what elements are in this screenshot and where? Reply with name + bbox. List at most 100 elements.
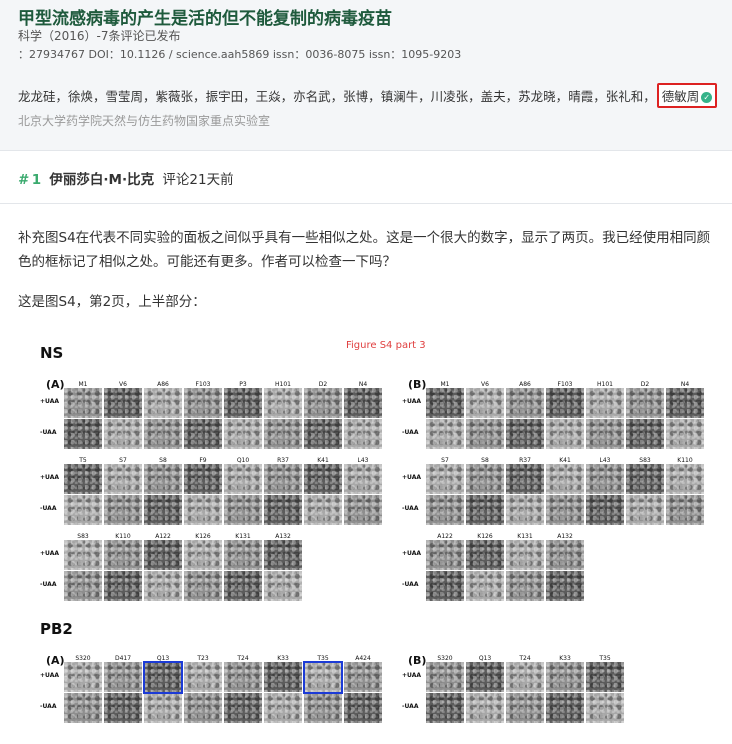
micrograph-tile [666, 388, 704, 418]
column-label: T23 [197, 655, 209, 662]
micrograph-tile [64, 464, 102, 494]
column-label: K126 [195, 533, 211, 540]
comment-hash: # [18, 172, 28, 188]
figure-title: Figure S4 part 3 [346, 340, 426, 351]
column-label: S320 [437, 655, 453, 662]
column-label: K110 [115, 533, 131, 540]
row-label-minus-uaa: -UAA [402, 703, 419, 710]
micrograph-tile [546, 540, 584, 570]
micrograph-tile [426, 419, 464, 449]
micrograph-tile [546, 571, 584, 601]
micrograph-tile [506, 388, 544, 418]
column-label: T24 [237, 655, 249, 662]
micrograph-tile [64, 419, 102, 449]
micrograph-tile [586, 662, 624, 692]
column-label: S83 [639, 457, 651, 464]
column-label: F103 [195, 381, 211, 388]
micrograph-tile [104, 571, 142, 601]
author-name[interactable]: 镇澜牛， [381, 89, 431, 104]
column-label: L43 [357, 457, 369, 464]
column-label: S320 [75, 655, 91, 662]
column-label: L43 [599, 457, 611, 464]
micrograph-tile [64, 571, 102, 601]
column-label: A424 [355, 655, 371, 662]
micrograph-tile [466, 419, 504, 449]
micrograph-tile [64, 388, 102, 418]
micrograph-tile [466, 693, 504, 723]
micrograph-tile [144, 464, 182, 494]
micrograph-tile [586, 388, 624, 418]
row-label-plus-uaa: +UAA [402, 398, 422, 405]
micrograph-tile [426, 693, 464, 723]
micrograph-tile [466, 540, 504, 570]
column-label: S8 [481, 457, 489, 464]
commenter-name[interactable]: 伊丽莎白·M·比克 [49, 172, 154, 188]
micrograph-tile [304, 693, 342, 723]
row-label-plus-uaa: +UAA [40, 550, 60, 557]
highlight-box [303, 661, 343, 694]
micrograph-tile [224, 662, 262, 692]
column-label: K41 [317, 457, 329, 464]
row-label-plus-uaa: +UAA [40, 398, 60, 405]
row-label-minus-uaa: -UAA [40, 703, 57, 710]
micrograph-tile [666, 464, 704, 494]
micrograph-tile [184, 571, 222, 601]
micrograph-tile [104, 662, 142, 692]
author-name[interactable]: 徐焕， [68, 89, 106, 104]
author-name[interactable]: 川凌张， [431, 89, 481, 104]
micrograph-tile [586, 495, 624, 525]
micrograph-tile [586, 419, 624, 449]
highlighted-author[interactable]: 德敏周 ✓ [656, 83, 718, 108]
row-label-plus-uaa: +UAA [402, 672, 422, 679]
micrograph-tile [586, 464, 624, 494]
micrograph-tile [546, 693, 584, 723]
author-name[interactable]: 雪莹周， [106, 89, 156, 104]
figure-s4-image: Figure S4 part 3 NS PB2 (A) M1 V6 A86 F103 P3… [30, 330, 720, 744]
author-name[interactable]: 王焱， [256, 89, 294, 104]
micrograph-tile [666, 419, 704, 449]
micrograph-tile [304, 419, 342, 449]
micrograph-tile [264, 662, 302, 692]
column-label: S8 [159, 457, 167, 464]
author-name[interactable]: 龙龙硅， [18, 89, 68, 104]
column-label: M1 [78, 381, 88, 388]
author-name[interactable]: 盖夫， [481, 89, 519, 104]
panel-label-b: (B) [408, 378, 427, 391]
micrograph-tile [184, 419, 222, 449]
micrograph-tile [344, 693, 382, 723]
micrograph-tile [344, 388, 382, 418]
column-label: D417 [114, 655, 132, 662]
micrograph-tile [264, 419, 302, 449]
author-name[interactable]: 晴霞， [568, 89, 606, 104]
micrograph-tile [64, 662, 102, 692]
comment-time: 评论21天前 [162, 172, 234, 188]
author-name[interactable]: 紫薇张， [156, 89, 206, 104]
column-label: Q10 [236, 457, 250, 464]
micrograph-tile [546, 662, 584, 692]
author-name[interactable]: 振宇田， [206, 89, 256, 104]
panel-label-b: (B) [408, 654, 427, 667]
column-label: K41 [559, 457, 571, 464]
row-label-plus-uaa: +UAA [402, 550, 422, 557]
micrograph-tile [546, 464, 584, 494]
author-name[interactable]: 张博， [343, 89, 381, 104]
author-name[interactable]: 张礼和， [606, 89, 656, 104]
micrograph-tile [304, 495, 342, 525]
article-title[interactable]: 甲型流感病毒的产生是活的但不能复制的病毒疫苗 [18, 4, 392, 29]
micrograph-tile [626, 495, 664, 525]
micrograph-tile [626, 388, 664, 418]
micrograph-tile [144, 571, 182, 601]
row-label-minus-uaa: -UAA [40, 581, 57, 588]
micrograph-tile [506, 419, 544, 449]
panel-label-a: (A) [46, 378, 65, 391]
row-label-minus-uaa: -UAA [402, 505, 419, 512]
micrograph-tile [344, 662, 382, 692]
micrograph-tile [184, 662, 222, 692]
author-name[interactable]: 亦名武， [293, 89, 343, 104]
column-label: D2 [640, 381, 650, 388]
micrograph-tile [144, 388, 182, 418]
micrograph-tile [64, 495, 102, 525]
row-label-minus-uaa: -UAA [40, 505, 57, 512]
author-name[interactable]: 苏龙晓， [518, 89, 568, 104]
column-label: T35 [599, 655, 611, 662]
